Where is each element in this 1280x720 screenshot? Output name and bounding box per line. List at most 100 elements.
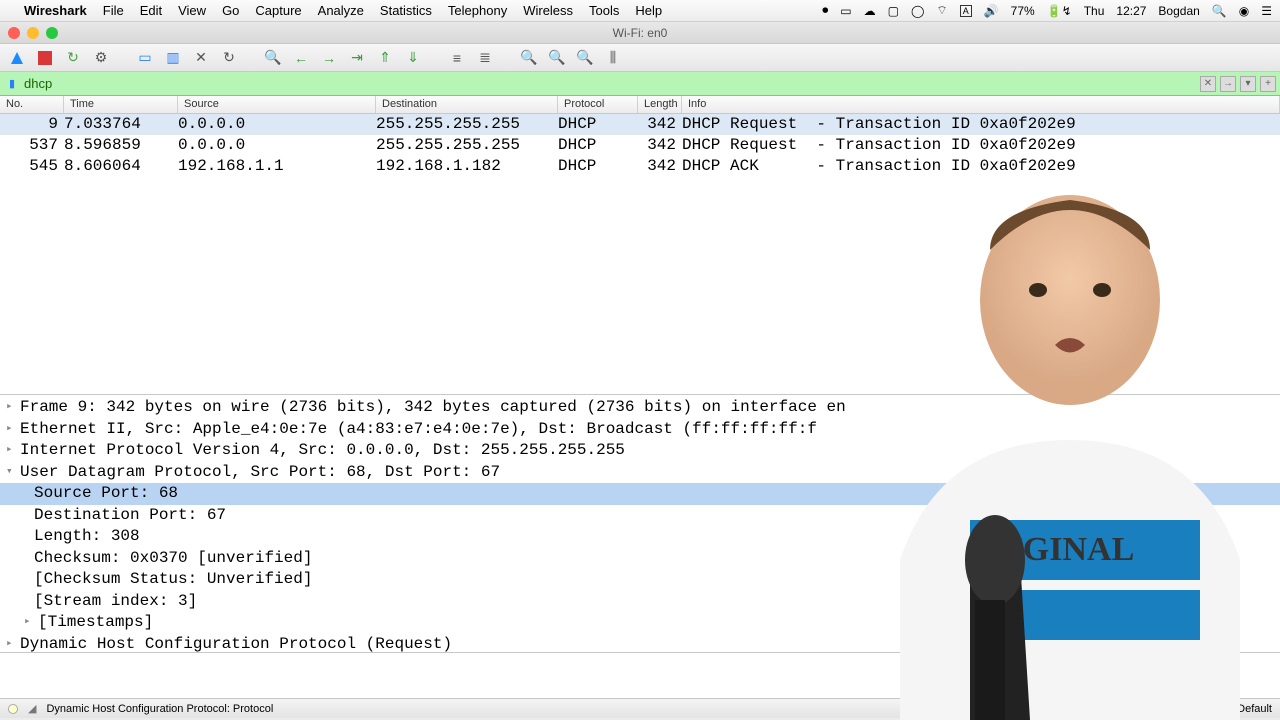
menu-file[interactable]: File [103, 3, 124, 18]
menu-go[interactable]: Go [222, 3, 239, 18]
zoom-out-icon[interactable]: 🔍 [546, 47, 568, 69]
display-filter-input[interactable] [20, 76, 1200, 91]
menu-tools[interactable]: Tools [589, 3, 619, 18]
stop-capture-icon[interactable] [34, 47, 56, 69]
capture-file-icon[interactable]: ◢ [28, 702, 36, 715]
col-header-source[interactable]: Source [178, 96, 376, 113]
recent-filter-dropdown[interactable]: ▾ [1240, 76, 1256, 92]
expert-info-icon[interactable] [8, 704, 18, 714]
capture-options-icon[interactable]: ⚙ [90, 47, 112, 69]
app-name[interactable]: Wireshark [24, 3, 87, 18]
colorize-icon[interactable]: ≣ [474, 47, 496, 69]
expand-icon[interactable]: ▸ [6, 440, 20, 462]
col-header-time[interactable]: Time [64, 96, 178, 113]
packet-list-header: No. Time Source Destination Protocol Len… [0, 96, 1280, 114]
packet-list[interactable]: 9 7.033764 0.0.0.0 255.255.255.255 DHCP … [0, 114, 1280, 394]
profile-label[interactable]: Profile: Default [1200, 703, 1272, 715]
collapse-icon[interactable]: ▾ [6, 462, 20, 484]
clear-filter-icon[interactable]: ✕ [1200, 76, 1216, 92]
detail-text: Destination Port: 67 [34, 505, 226, 527]
screenshare-icon[interactable]: ▭ [840, 4, 851, 18]
battery-icon[interactable]: 🔋↯ [1047, 4, 1072, 18]
go-last-icon[interactable]: ⇓ [402, 47, 424, 69]
col-header-protocol[interactable]: Protocol [558, 96, 638, 113]
auto-scroll-icon[interactable]: ≡ [446, 47, 468, 69]
add-filter-button[interactable]: + [1260, 76, 1276, 92]
detail-frame[interactable]: ▸Frame 9: 342 bytes on wire (2736 bits),… [0, 397, 1280, 419]
detail-udp-checksum-status[interactable]: [Checksum Status: Unverified] [0, 569, 1280, 591]
battery-percent: 77% [1011, 4, 1035, 18]
volume-icon[interactable]: 🔊 [984, 4, 999, 18]
expand-icon[interactable]: ▸ [6, 397, 20, 419]
screenrec-icon[interactable]: ⏺ [822, 3, 828, 18]
go-to-packet-icon[interactable]: ⇥ [346, 47, 368, 69]
go-forward-icon[interactable]: → [318, 47, 340, 69]
col-header-length[interactable]: Length [638, 96, 682, 113]
minimize-window-button[interactable] [27, 27, 39, 39]
packet-details-pane[interactable]: ▸Frame 9: 342 bytes on wire (2736 bits),… [0, 394, 1280, 652]
notifications-icon[interactable]: ☰ [1261, 4, 1272, 18]
main-toolbar: ↻ ⚙ ▭ ▥ ✕ ↻ 🔍 ← → ⇥ ⇑ ⇓ ≡ ≣ 🔍 🔍 🔍 ⫼ [0, 44, 1280, 72]
save-file-icon[interactable]: ▥ [162, 47, 184, 69]
cell-no: 545 [0, 156, 64, 177]
spotlight-icon[interactable]: 🔍 [1212, 4, 1227, 18]
zoom-window-button[interactable] [46, 27, 58, 39]
packet-row[interactable]: 545 8.606064 192.168.1.1 192.168.1.182 D… [0, 156, 1280, 177]
menu-wireless[interactable]: Wireless [523, 3, 573, 18]
circle-icon[interactable]: ◯ [911, 4, 924, 18]
detail-text: [Stream index: 3] [34, 591, 197, 613]
siri-icon[interactable]: ◉ [1239, 4, 1249, 18]
expand-icon[interactable]: ▸ [6, 419, 20, 441]
col-header-no[interactable]: No. [0, 96, 64, 113]
open-file-icon[interactable]: ▭ [134, 47, 156, 69]
menu-view[interactable]: View [178, 3, 206, 18]
close-window-button[interactable] [8, 27, 20, 39]
expand-icon[interactable]: ▸ [6, 634, 20, 653]
zoom-reset-icon[interactable]: 🔍 [574, 47, 596, 69]
detail-udp[interactable]: ▾User Datagram Protocol, Src Port: 68, D… [0, 462, 1280, 484]
menu-statistics[interactable]: Statistics [380, 3, 432, 18]
detail-ip[interactable]: ▸Internet Protocol Version 4, Src: 0.0.0… [0, 440, 1280, 462]
wifi-icon[interactable]: ⌔ [936, 3, 947, 18]
find-packet-icon[interactable]: 🔍 [262, 47, 284, 69]
col-header-destination[interactable]: Destination [376, 96, 558, 113]
zoom-in-icon[interactable]: 🔍 [518, 47, 540, 69]
menu-edit[interactable]: Edit [140, 3, 162, 18]
detail-udp-stream[interactable]: [Stream index: 3] [0, 591, 1280, 613]
go-back-icon[interactable]: ← [290, 47, 312, 69]
detail-text: Frame 9: 342 bytes on wire (2736 bits), … [20, 397, 846, 419]
detail-ethernet[interactable]: ▸Ethernet II, Src: Apple_e4:0e:7e (a4:83… [0, 419, 1280, 441]
go-first-icon[interactable]: ⇑ [374, 47, 396, 69]
restart-capture-icon[interactable]: ↻ [62, 47, 84, 69]
detail-udp-srcport[interactable]: Source Port: 68 [0, 483, 1280, 505]
bookmark-filter-icon[interactable]: ▮ [4, 77, 20, 90]
cell-no: 537 [0, 135, 64, 156]
keyboard-icon[interactable]: A [960, 5, 972, 17]
user-name[interactable]: Bogdan [1158, 4, 1199, 18]
menu-analyze[interactable]: Analyze [318, 3, 364, 18]
apply-filter-icon[interactable]: → [1220, 76, 1236, 92]
detail-dhcp[interactable]: ▸Dynamic Host Configuration Protocol (Re… [0, 634, 1280, 653]
cell-no: 9 [0, 114, 64, 135]
detail-text: Length: 308 [34, 526, 140, 548]
traffic-lights [8, 27, 58, 39]
packet-row[interactable]: 537 8.596859 0.0.0.0 255.255.255.255 DHC… [0, 135, 1280, 156]
menu-telephony[interactable]: Telephony [448, 3, 507, 18]
resize-columns-icon[interactable]: ⫼ [602, 47, 624, 69]
detail-udp-length[interactable]: Length: 308 [0, 526, 1280, 548]
display-icon[interactable]: ▢ [888, 4, 899, 18]
menu-help[interactable]: Help [635, 3, 662, 18]
detail-udp-checksum[interactable]: Checksum: 0x0370 [unverified] [0, 548, 1280, 570]
start-capture-icon[interactable] [6, 47, 28, 69]
col-header-info[interactable]: Info [682, 96, 1280, 113]
detail-udp-timestamps[interactable]: ▸[Timestamps] [0, 612, 1280, 634]
cloud-icon[interactable]: ☁ [864, 4, 876, 18]
packet-bytes-pane[interactable] [0, 652, 1280, 698]
reload-file-icon[interactable]: ↻ [218, 47, 240, 69]
expand-icon[interactable]: ▸ [24, 612, 38, 634]
detail-udp-dstport[interactable]: Destination Port: 67 [0, 505, 1280, 527]
close-file-icon[interactable]: ✕ [190, 47, 212, 69]
packet-row[interactable]: 9 7.033764 0.0.0.0 255.255.255.255 DHCP … [0, 114, 1280, 135]
detail-text: User Datagram Protocol, Src Port: 68, Ds… [20, 462, 500, 484]
menu-capture[interactable]: Capture [255, 3, 301, 18]
